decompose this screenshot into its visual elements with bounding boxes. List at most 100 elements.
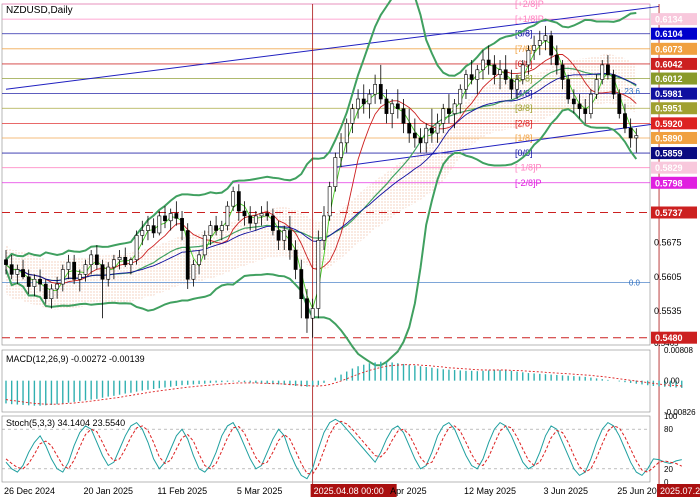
- candle-body: [219, 225, 224, 231]
- price-label: 0.5951: [651, 102, 697, 115]
- stoch-tick-label: 80: [664, 425, 673, 434]
- candle-body: [418, 137, 423, 144]
- candle-body: [469, 74, 474, 80]
- candle-body: [32, 278, 37, 287]
- candle-body: [577, 103, 582, 110]
- price-tick-label: 0.5675: [654, 238, 682, 248]
- price-label: 0.5981: [651, 87, 697, 100]
- candle-body: [185, 230, 190, 280]
- candle-body: [344, 123, 349, 144]
- candle-body: [623, 113, 627, 129]
- murrey-label: [-1/8]P: [515, 163, 542, 173]
- candle-body: [191, 264, 196, 280]
- candle-body: [520, 64, 525, 80]
- candle-body: [458, 88, 463, 105]
- candle-body: [129, 259, 133, 265]
- candle-body: [202, 235, 207, 256]
- candle-body: [447, 108, 451, 114]
- candle-body: [60, 269, 65, 285]
- candle-body: [617, 93, 622, 114]
- time-tick: 3 Jun 2025: [543, 486, 588, 496]
- candle-body: [549, 35, 554, 56]
- candle-body: [299, 269, 304, 300]
- price-tick-label: 0.5535: [654, 306, 682, 316]
- candle-body: [412, 132, 417, 139]
- candle-body: [310, 308, 315, 319]
- candle-body: [566, 79, 571, 100]
- candle-body: [492, 64, 497, 75]
- murrey-label: [3/8]: [515, 103, 533, 113]
- candle-body: [537, 40, 542, 46]
- candle-body: [265, 213, 270, 217]
- candle-body: [55, 283, 60, 290]
- price-label: 0.5859: [651, 147, 697, 160]
- time-tick-label: 5 Mar 2025: [237, 486, 283, 496]
- fib-label: 23.6: [624, 87, 640, 96]
- candle-body: [9, 264, 14, 275]
- candle-body: [140, 230, 145, 236]
- time-tick-label: 11 Feb 2025: [157, 486, 207, 496]
- chart-window: [+2/8]P[+1/8]P[8/8][7/8][6/8][5/8][4/8][…: [0, 0, 700, 500]
- candle-body: [583, 108, 588, 114]
- candle: [316, 230, 321, 319]
- chart-title: NZDUSD,Daily: [6, 5, 73, 16]
- time-tick: 12 May 2025: [464, 486, 516, 496]
- candle-body: [248, 215, 253, 224]
- candle-body: [293, 249, 298, 270]
- candle-body: [628, 127, 633, 139]
- candle-body: [83, 264, 88, 275]
- candle-body: [515, 79, 519, 90]
- macd-tick-label: 0.00808: [664, 346, 693, 355]
- candle-body: [72, 261, 77, 280]
- candle-body: [435, 123, 440, 134]
- candle-body: [407, 123, 412, 134]
- price-label: 0.6042: [651, 57, 697, 70]
- candle-body: [509, 79, 514, 90]
- candle-body: [390, 103, 395, 114]
- fib-label: 0.0: [629, 279, 641, 288]
- candle-body: [242, 210, 247, 217]
- stoch-tick-label: 100: [664, 412, 678, 421]
- candle-body: [384, 98, 389, 114]
- time-tick: Apr 2025: [390, 486, 427, 496]
- price-label: 0.5798: [651, 176, 697, 189]
- candle: [333, 152, 338, 192]
- candle-body: [168, 213, 173, 222]
- time-tick-label: Apr 2025: [390, 486, 427, 496]
- price-label: 0.6134: [651, 13, 697, 26]
- price-label-text: 0.5890: [655, 133, 683, 143]
- candle-body: [77, 274, 82, 280]
- chart-canvas: [+2/8]P[+1/8]P[8/8][7/8][6/8][5/8][4/8][…: [0, 0, 700, 500]
- candle-body: [146, 225, 150, 231]
- candle-body: [26, 276, 31, 287]
- candle-body: [486, 59, 491, 66]
- candle: [134, 230, 139, 265]
- candle-body: [571, 98, 576, 105]
- candle-body: [253, 215, 258, 224]
- candle-body: [327, 186, 332, 217]
- stoch-title: Stoch(5,3,3) 34.1404 23.5540: [6, 418, 125, 428]
- candle-body: [316, 239, 321, 309]
- candle-body: [333, 157, 338, 187]
- candle-body: [180, 218, 184, 231]
- price-label: 0.6012: [651, 72, 697, 85]
- candle-body: [100, 264, 105, 280]
- candle-body: [259, 213, 264, 217]
- candle-body: [401, 108, 406, 124]
- candle-body: [361, 98, 366, 105]
- price-label-text: 0.5951: [655, 104, 683, 114]
- candle-body: [606, 64, 610, 75]
- candle-body: [282, 230, 287, 241]
- candle-body: [231, 191, 236, 207]
- murrey-label: [2/8]: [515, 118, 533, 128]
- candle-body: [498, 69, 502, 75]
- price-label-text: 0.5829: [655, 163, 683, 173]
- candle-body: [21, 269, 25, 278]
- candle-body: [600, 64, 605, 80]
- candle-body: [464, 74, 468, 90]
- candle-body: [236, 191, 241, 212]
- macd-tick-label: 0.00: [664, 377, 680, 386]
- candle-body: [373, 84, 378, 95]
- candle-body: [49, 288, 54, 300]
- candle-body: [526, 49, 531, 66]
